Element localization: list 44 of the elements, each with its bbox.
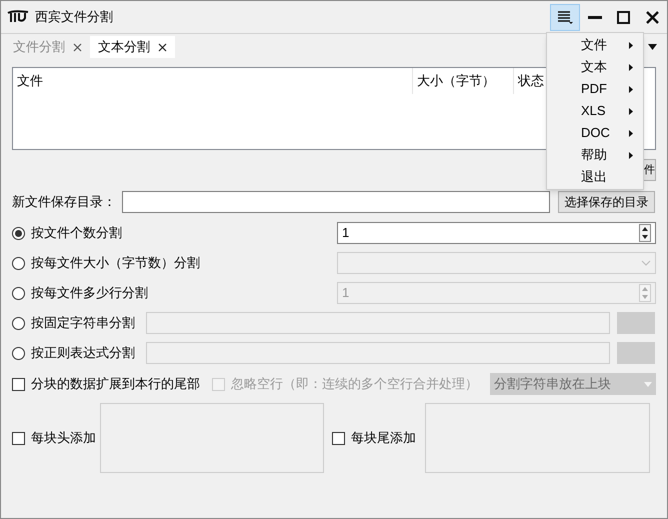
submenu-arrow-icon xyxy=(629,108,633,114)
checkbox[interactable] xyxy=(332,432,345,444)
browse-button[interactable]: 选择保存的目录 xyxy=(558,191,655,213)
close-icon xyxy=(646,10,659,24)
submenu-arrow-icon xyxy=(629,152,633,158)
radio-label[interactable]: 按文件个数分割 xyxy=(31,223,122,243)
menu-icon xyxy=(557,10,573,24)
number-field[interactable]: 1 xyxy=(337,222,656,244)
menu-item[interactable]: PDF xyxy=(547,78,643,100)
window-title: 西宾文件分割 xyxy=(35,8,113,26)
menu-item[interactable]: DOC xyxy=(547,122,643,144)
caret-icon xyxy=(644,382,652,386)
close-icon[interactable] xyxy=(158,42,167,52)
column-header[interactable]: 大小（字节） xyxy=(413,68,514,94)
checkbox-label[interactable]: 每块尾添加 xyxy=(351,428,416,448)
save-dir-label: 新文件保存目录： xyxy=(12,193,114,212)
radio-button[interactable] xyxy=(12,226,25,240)
column-header[interactable]: 文件 xyxy=(13,68,413,94)
tab-list-caret-icon[interactable] xyxy=(648,44,657,50)
checkbox[interactable] xyxy=(12,432,25,444)
checkbox-label[interactable]: 分块的数据扩展到本行的尾部 xyxy=(31,374,200,394)
app-logo-icon xyxy=(7,10,29,24)
input-button[interactable] xyxy=(617,342,655,364)
menu-item[interactable]: 文本 xyxy=(547,56,643,78)
submenu-arrow-icon xyxy=(629,64,633,70)
tab[interactable]: 文本分割 xyxy=(90,36,175,58)
menu-item[interactable]: XLS xyxy=(547,100,643,122)
menu-button[interactable] xyxy=(550,4,580,30)
submenu-arrow-icon xyxy=(629,86,633,92)
input-button[interactable] xyxy=(617,312,655,334)
chevron-down-icon xyxy=(641,260,651,266)
close-icon[interactable] xyxy=(73,42,82,52)
menu-item[interactable]: 文件 xyxy=(547,34,643,56)
checkbox[interactable] xyxy=(12,378,25,390)
submenu-arrow-icon xyxy=(629,130,633,136)
add-file-button[interactable]: 件 xyxy=(643,159,656,181)
menu-item[interactable]: 帮助 xyxy=(547,144,643,166)
minimize-icon xyxy=(588,16,602,18)
save-dir-field[interactable] xyxy=(122,191,550,213)
maximize-icon xyxy=(617,10,630,24)
checkbox-label[interactable]: 每块头添加 xyxy=(31,428,96,448)
menu-item[interactable]: 退出 xyxy=(547,166,643,188)
spin-arrows-icon[interactable] xyxy=(639,224,651,242)
submenu-arrow-icon xyxy=(629,42,633,48)
